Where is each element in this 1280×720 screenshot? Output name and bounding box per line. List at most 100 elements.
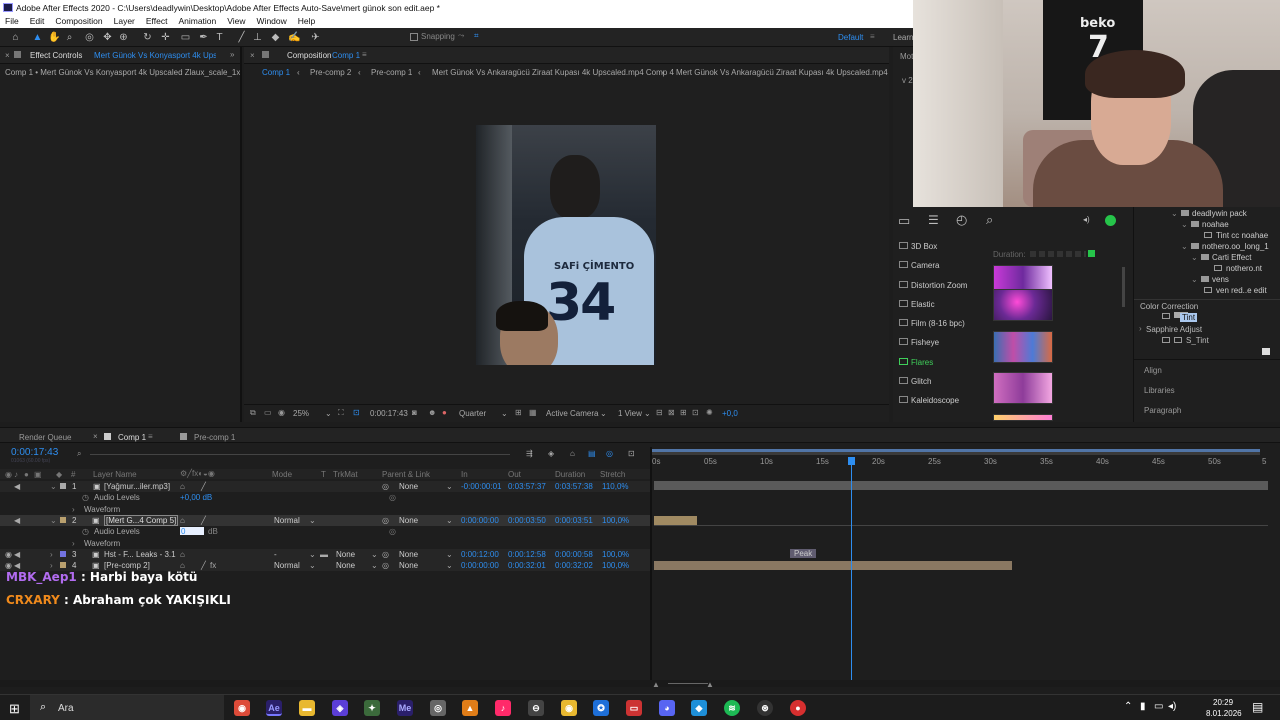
preset-item[interactable]: Camera [893,256,983,275]
brush-tool-icon[interactable]: ╱ [236,32,247,43]
vlc-icon[interactable]: ▲ [462,700,478,716]
crumb-pre-comp-1[interactable]: Pre-comp 1 [371,68,412,77]
zoom-out-icon[interactable]: ▲ [652,680,660,689]
mode-select[interactable]: Normal [274,516,300,525]
tree-item[interactable]: ven red..e edit [1134,284,1280,295]
region-icon[interactable]: ⊡ [353,408,360,417]
zoom-tool-icon[interactable]: ⌕ [64,32,75,43]
flowchart-icon[interactable]: ⊡ [692,408,699,417]
tint-effect[interactable]: Tint [1180,313,1198,322]
app-icon[interactable]: ⊖ [528,700,544,716]
menu-layer[interactable]: Layer [114,16,135,28]
mode-select[interactable]: Normal [274,561,300,570]
audio-icon[interactable]: ◀ [14,561,20,570]
clock-time[interactable]: 20:29 [1213,698,1233,707]
capcut-icon[interactable]: ♪ [495,700,511,716]
after-effects-taskbar-icon[interactable]: Ae [266,700,282,716]
monitor-icon[interactable]: ▭ [264,408,272,417]
tree-item[interactable]: ⌄ Carti Effect [1134,251,1280,262]
layer-name[interactable]: Hst - F... Leaks - 3.1 [104,550,176,559]
pickwhip-icon[interactable]: ◎ [382,516,389,525]
shy-switch-icon[interactable]: ⌂ [180,482,185,491]
stopwatch-icon[interactable]: ◷ [82,527,89,536]
crumb-comp-4[interactable]: Mert Günok Vs Ankaragücü Ziraat Kupası 4… [432,68,674,77]
obs-icon[interactable]: ◎ [430,700,446,716]
col-stretch[interactable]: Stretch [600,470,625,479]
exposure-value[interactable]: +0,0 [722,409,738,418]
chevron-right-icon[interactable]: › [50,561,53,570]
duration-slider[interactable] [1030,251,1086,257]
layer-name[interactable]: [Yağmur...iler.mp3] [104,482,170,491]
dropdown-icon[interactable]: ⌄ [325,409,332,418]
hand-tool-icon[interactable]: ✋ [48,32,60,43]
chrome-icon[interactable]: ◉ [234,700,250,716]
parent-select[interactable]: None [399,561,418,570]
roi-icon[interactable]: ⊞ [515,408,522,417]
dropdown-icon[interactable]: ⌄ [309,561,316,570]
s-tint-effect[interactable]: S_Tint [1186,336,1209,345]
label-color[interactable] [60,551,66,557]
stretch[interactable]: 110,0% [602,482,629,491]
audio-levels-value[interactable]: +0,00 dB [180,493,212,502]
volume-icon[interactable]: ◂) [1083,215,1090,224]
clock-date[interactable]: 8.01.2026 [1206,709,1242,718]
menu-effect[interactable]: Effect [146,16,168,28]
dropdown-icon[interactable]: ⌄ [446,482,453,491]
chevron-right-icon[interactable]: › [50,550,53,559]
mode-select[interactable]: - [274,550,277,559]
folder-icon[interactable]: ▭ [898,213,910,229]
settings-sliders-icon[interactable]: ☰ [928,213,939,227]
trkmat-select[interactable]: None [336,561,355,570]
draft-3d-icon[interactable]: ◈ [548,449,554,458]
fx-switch-icon[interactable]: fx [210,561,216,570]
in-point[interactable]: -0:00:00:01 [461,482,501,491]
fast-preview-icon[interactable]: ⊠ [668,408,675,417]
preset-item[interactable]: Fisheye [893,333,983,352]
notification-icon[interactable]: ▤ [1252,700,1263,714]
render-queue-tab[interactable]: Render Queue [19,433,71,442]
app-icon[interactable]: ● [790,700,806,716]
dropdown-icon[interactable]: ⌄ [446,516,453,525]
camera-tool-icon[interactable]: ◎ [84,32,95,43]
effect-controls-layer[interactable]: Mert Günok Vs Konyasport 4k Upsca [94,51,216,60]
rectangle-tool-icon[interactable]: ▭ [180,32,191,43]
dropdown-icon[interactable]: ⌄ [644,409,651,418]
app-icon[interactable]: ✪ [593,700,609,716]
duration[interactable]: 0:00:00:58 [555,550,593,559]
stretch[interactable]: 100,0% [602,516,629,525]
layer-4-bar[interactable] [654,561,1012,570]
roto-tool-icon[interactable]: ✍ [288,32,300,43]
app-icon[interactable]: ▭ [626,700,642,716]
pickwhip-icon[interactable]: ◎ [382,550,389,559]
lock-icon[interactable] [14,51,21,58]
quality-switch-icon[interactable]: ╱ [201,516,206,525]
eye-icon[interactable]: ◉ [5,550,12,559]
dropdown-icon[interactable]: ⌄ [371,561,378,570]
orbit-tool-icon[interactable]: ⊕ [118,32,129,43]
dropdown-icon[interactable]: ⌄ [371,550,378,559]
zoom-in-icon[interactable]: ▲ [706,680,714,689]
layer-row[interactable]: ◉ ◀ › 3 ▣ Hst - F... Leaks - 3.1 ⌂ - ⌄ ▬… [0,549,650,560]
dropdown-icon[interactable]: ⌄ [309,516,316,525]
layer-row[interactable]: ◀ ⌄ 1 ▣ [Yağmur...iler.mp3] ⌂ ╱ ◎ None ⌄… [0,481,650,492]
frame-blend-icon[interactable]: ▤ [588,449,596,458]
menu-icon[interactable]: ≡ [148,432,153,441]
app-icon[interactable]: ✦ [364,700,380,716]
puppet-tool-icon[interactable]: ✈ [310,32,321,43]
crumb-comp-1[interactable]: Comp 1 [262,68,290,77]
align-panel[interactable]: Align [1144,366,1162,375]
dropdown-icon[interactable]: ⌄ [446,550,453,559]
discord-icon[interactable]: ◕ [659,700,675,716]
layer-1-bar[interactable] [654,481,1268,490]
chevron-right-icon[interactable]: › [72,539,75,548]
anchor-tool-icon[interactable]: ✛ [160,32,171,43]
col-out[interactable]: Out [508,470,521,479]
out-point[interactable]: 0:00:32:01 [508,561,546,570]
eye-icon[interactable]: ◉ [5,561,12,570]
rotate-tool-icon[interactable]: ↻ [142,32,153,43]
duration[interactable]: 0:00:03:51 [555,516,593,525]
crumb-pre-comp-2[interactable]: Pre-comp 2 [310,68,351,77]
out-point[interactable]: 0:03:57:37 [508,482,546,491]
menu-composition[interactable]: Composition [55,16,102,28]
time-ruler[interactable]: 0s 05s 10s 15s 20s 25s 30s 35s 40s 45s 5… [652,455,1272,469]
